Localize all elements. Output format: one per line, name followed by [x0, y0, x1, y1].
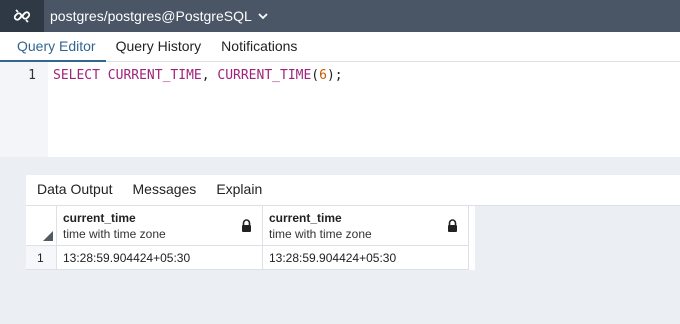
line-number: 1 [28, 68, 36, 83]
select-all-corner[interactable] [26, 206, 57, 246]
keyword-select: SELECT [53, 68, 100, 83]
column-name: current_time [63, 211, 136, 225]
code-line[interactable]: SELECT CURRENT_TIME, CURRENT_TIME(6); [53, 68, 343, 83]
editor-tabs: Query Editor Query History Notifications [0, 32, 680, 62]
line-gutter: 1 [0, 62, 48, 157]
corner-triangle-icon [43, 231, 53, 241]
data-cell[interactable]: 13:28:59.904424+05:30 [263, 246, 469, 270]
link-icon [13, 9, 31, 23]
connection-selector[interactable]: postgres/postgres@PostgreSQL [44, 8, 268, 24]
sql-editor[interactable]: 1 SELECT CURRENT_TIME, CURRENT_TIME(6); [0, 62, 680, 157]
chevron-down-icon [258, 12, 268, 19]
code-punct: , [201, 68, 218, 83]
top-toolbar: postgres/postgres@PostgreSQL [0, 0, 680, 32]
results-tabs: Data Output Messages Explain [26, 175, 680, 206]
header-row: current_time time with time zone current… [26, 206, 475, 246]
row-number[interactable]: 1 [26, 246, 57, 270]
code-number: 6 [319, 68, 327, 83]
code-paren-open: ( [311, 68, 320, 83]
table-row[interactable]: 1 13:28:59.904424+05:30 13:28:59.904424+… [26, 246, 475, 270]
connection-icon[interactable] [0, 0, 44, 32]
tab-query-editor[interactable]: Query Editor [0, 32, 106, 62]
column-header[interactable]: current_time time with time zone [57, 206, 263, 246]
code-paren-close: ); [326, 68, 343, 83]
keyword-current-time: CURRENT_TIME [107, 68, 202, 83]
connection-title: postgres/postgres@PostgreSQL [50, 8, 252, 24]
lock-icon [242, 219, 251, 232]
column-type: time with time zone [269, 227, 372, 241]
tab-explain[interactable]: Explain [206, 175, 272, 206]
tab-notifications[interactable]: Notifications [211, 32, 307, 62]
data-cell[interactable]: 13:28:59.904424+05:30 [57, 246, 263, 270]
column-name: current_time [269, 211, 342, 225]
data-grid: current_time time with time zone current… [26, 206, 475, 270]
lock-icon [448, 219, 457, 232]
keyword-current-time-2: CURRENT_TIME [217, 68, 312, 83]
tab-messages[interactable]: Messages [123, 175, 207, 206]
tab-data-output[interactable]: Data Output [26, 175, 123, 206]
column-header[interactable]: current_time time with time zone [263, 206, 469, 246]
left-margin [0, 175, 26, 324]
panel-splitter[interactable] [0, 157, 680, 175]
tab-query-history[interactable]: Query History [106, 32, 212, 62]
results-panel: Data Output Messages Explain current_tim… [26, 175, 680, 324]
column-type: time with time zone [63, 227, 166, 241]
